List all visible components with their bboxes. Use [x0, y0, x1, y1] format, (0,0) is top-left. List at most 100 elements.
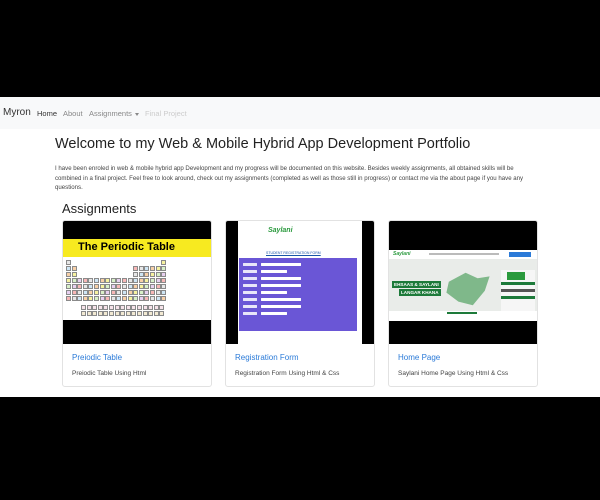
- form-field-input: [261, 270, 287, 273]
- element-cell: [161, 272, 167, 277]
- element-cell: [88, 284, 94, 289]
- element-cell: [86, 305, 92, 310]
- nav-dropdown-assignments[interactable]: Assignments: [89, 109, 139, 118]
- element-cell: [138, 278, 144, 283]
- element-cell: [110, 296, 116, 301]
- element-cell: [81, 311, 86, 316]
- form-field-input: [261, 277, 301, 280]
- element-cell: [133, 284, 139, 289]
- card-image[interactable]: Saylani EHSAAS & SAYLANI LANGAR KHANA: [389, 221, 537, 344]
- element-cell: [127, 278, 133, 283]
- element-cell: [66, 290, 71, 295]
- element-cell: [131, 311, 137, 316]
- card-periodic-table: The Periodic Table Preiodic Table Preiod…: [62, 220, 212, 387]
- web-page: Myron Home About Assignments Final Proje…: [0, 97, 600, 397]
- element-cell: [161, 290, 167, 295]
- element-cell: [161, 266, 167, 271]
- nav-link-final-project: Final Project: [145, 109, 187, 118]
- navbar-brand[interactable]: Myron: [3, 107, 31, 118]
- element-cell: [81, 305, 86, 310]
- element-cell: [94, 296, 99, 301]
- element-cell: [148, 311, 154, 316]
- element-cell: [77, 290, 83, 295]
- nav-link-home[interactable]: Home: [37, 109, 57, 118]
- element-cell: [88, 290, 94, 295]
- element-cell: [82, 278, 88, 283]
- element-cell: [66, 260, 71, 265]
- form-field-label: [243, 263, 257, 266]
- saylani-logo: Saylani: [268, 227, 293, 234]
- element-cell: [94, 284, 99, 289]
- element-cell: [155, 278, 161, 283]
- element-cell: [82, 290, 88, 295]
- element-cell: [105, 296, 111, 301]
- element-cell: [116, 278, 122, 283]
- element-cell: [120, 305, 126, 310]
- element-cell: [71, 272, 77, 277]
- page-title: Welcome to my Web & Mobile Hybrid App De…: [55, 136, 471, 152]
- registration-form-heading: STUDENT REGISTRATION FORM: [266, 251, 321, 255]
- element-cell: [116, 284, 122, 289]
- element-cell: [144, 290, 150, 295]
- element-cell: [150, 278, 155, 283]
- element-cell: [66, 284, 71, 289]
- element-cell: [114, 305, 120, 310]
- element-cell: [109, 305, 114, 310]
- element-cell: [155, 290, 161, 295]
- element-cell: [92, 311, 98, 316]
- card-title[interactable]: Preiodic Table: [72, 353, 122, 362]
- card-registration-form: Saylani STUDENT REGISTRATION FORM Regist…: [225, 220, 375, 387]
- element-cell: [116, 290, 122, 295]
- form-field-label: [243, 298, 257, 301]
- side-ribbon: [501, 296, 535, 299]
- urdu-logo: [507, 272, 525, 280]
- periodic-table-heading: The Periodic Table: [78, 241, 175, 253]
- element-cell: [120, 311, 126, 316]
- card-home-page: Saylani EHSAAS & SAYLANI LANGAR KHANA Ho…: [388, 220, 538, 387]
- element-cell: [148, 305, 154, 310]
- card-title[interactable]: Registration Form: [235, 353, 299, 362]
- card-text: Preiodic Table Using Html: [72, 370, 147, 377]
- element-cell: [155, 266, 161, 271]
- home-page-hero: EHSAAS & SAYLANI LANGAR KHANA: [389, 259, 537, 312]
- element-cell: [82, 296, 88, 301]
- element-cell: [133, 290, 139, 295]
- element-cell: [159, 305, 165, 310]
- card-image[interactable]: Saylani STUDENT REGISTRATION FORM: [226, 221, 374, 344]
- card-title[interactable]: Home Page: [398, 353, 440, 362]
- element-cell: [138, 272, 144, 277]
- element-cell: [99, 296, 105, 301]
- element-cell: [105, 284, 111, 289]
- element-cell: [150, 272, 155, 277]
- element-cell: [105, 278, 111, 283]
- element-cell: [161, 260, 167, 265]
- element-cell: [150, 284, 155, 289]
- element-cell: [133, 278, 139, 283]
- home-page-nav-button: [509, 252, 531, 257]
- element-cell: [122, 290, 127, 295]
- form-field-label: [243, 305, 257, 308]
- element-cell: [150, 266, 155, 271]
- card-text: Registration Form Using Html & Css: [235, 370, 340, 377]
- form-field-input: [261, 284, 301, 287]
- element-cell: [109, 311, 114, 316]
- element-cell: [66, 278, 71, 283]
- element-cell: [110, 284, 116, 289]
- form-field-input: [261, 312, 287, 315]
- element-cell: [66, 296, 71, 301]
- nav-dropdown-label: Assignments: [89, 109, 132, 118]
- element-cell: [161, 284, 167, 289]
- element-cell: [88, 278, 94, 283]
- home-page-preview: Saylani EHSAAS & SAYLANI LANGAR KHANA: [389, 250, 537, 321]
- element-cell: [155, 284, 161, 289]
- element-cell: [97, 305, 103, 310]
- card-image[interactable]: The Periodic Table: [63, 221, 211, 344]
- element-cell: [94, 278, 99, 283]
- element-cell: [71, 278, 77, 283]
- nav-link-about[interactable]: About: [63, 109, 83, 118]
- home-page-intro-strip: [389, 311, 537, 321]
- element-cell: [127, 290, 133, 295]
- element-cell: [144, 284, 150, 289]
- element-cell: [103, 311, 109, 316]
- form-field-label: [243, 284, 257, 287]
